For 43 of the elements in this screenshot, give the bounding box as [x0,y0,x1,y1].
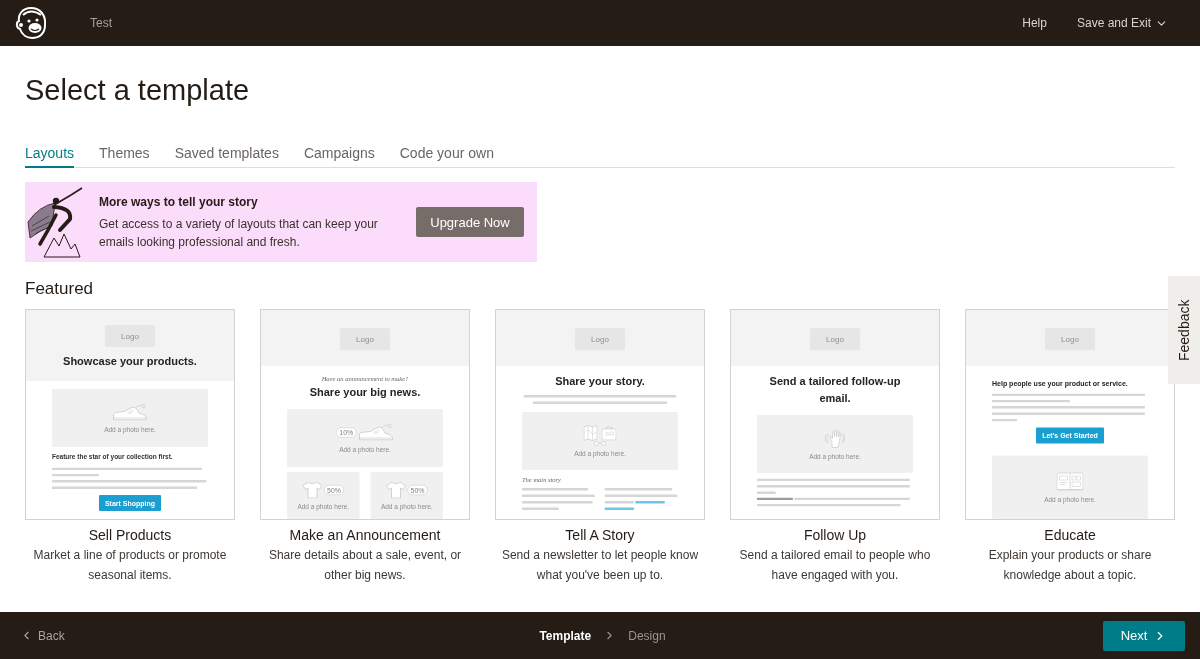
open-book-icon [1056,471,1084,492]
logo-placeholder: Logo [1045,328,1095,350]
help-link[interactable]: Help [1022,16,1047,30]
template-description: Send a tailored email to people who have engaged with you. [738,547,932,584]
preview-heading: Showcase your products. [63,354,197,370]
template-description: Share details about a sale, event, or other big news. [267,547,463,584]
preview-heading: Send a tailored follow-up email. [768,374,902,407]
preview-heading: Share your big news. [308,385,422,401]
page-title: Select a template [25,73,250,108]
tab[interactable]: Campaigns [303,144,375,168]
banner-title: More ways to tell your story [99,193,259,210]
shirt-icon [386,481,406,499]
back-link[interactable]: Back [20,628,65,643]
template-description: Send a newsletter to let people know what you've been up to. [500,547,700,584]
glasses-icon [593,440,607,446]
preview-heading: Share your story. [554,374,646,390]
map-icon [583,424,598,441]
shirt-icon [302,481,323,499]
save-and-exit-menu[interactable]: Save and Exit [1076,16,1168,30]
logo-placeholder: Logo [810,328,860,350]
step-label: Design [628,628,666,643]
monkey-logo[interactable] [15,6,47,40]
template-name: Make an Announcement [289,526,441,544]
tab[interactable]: Code your own [399,144,494,168]
banner-text: Get access to a variety of layouts that can keep your emails looking professional and fresh. [99,215,379,251]
template-name: Sell Products [88,526,172,544]
tab[interactable]: Themes [99,144,150,168]
logo-placeholder: Logo [575,328,625,350]
template-description: Market a line of products or promote seasonal items. [32,547,228,584]
template-name: Follow Up [803,526,867,544]
next-button[interactable]: Next [1103,620,1185,651]
upgrade-button[interactable]: Upgrade Now [416,207,524,237]
tab[interactable]: Layouts [25,144,75,168]
template-description: Explain your products or share knowledge about a topic. [987,547,1153,584]
campaign-name: Test [90,16,112,30]
section-title: Featured [25,279,94,299]
feedback-tab[interactable]: Feedback [1168,276,1200,384]
step-label: Template [539,628,592,643]
logo-placeholder: Logo [340,328,390,350]
tab[interactable]: Saved templates [174,144,279,168]
template-name: Educate [1044,526,1096,544]
template-name: Tell A Story [565,526,635,544]
logo-placeholder: Logo [105,325,155,347]
